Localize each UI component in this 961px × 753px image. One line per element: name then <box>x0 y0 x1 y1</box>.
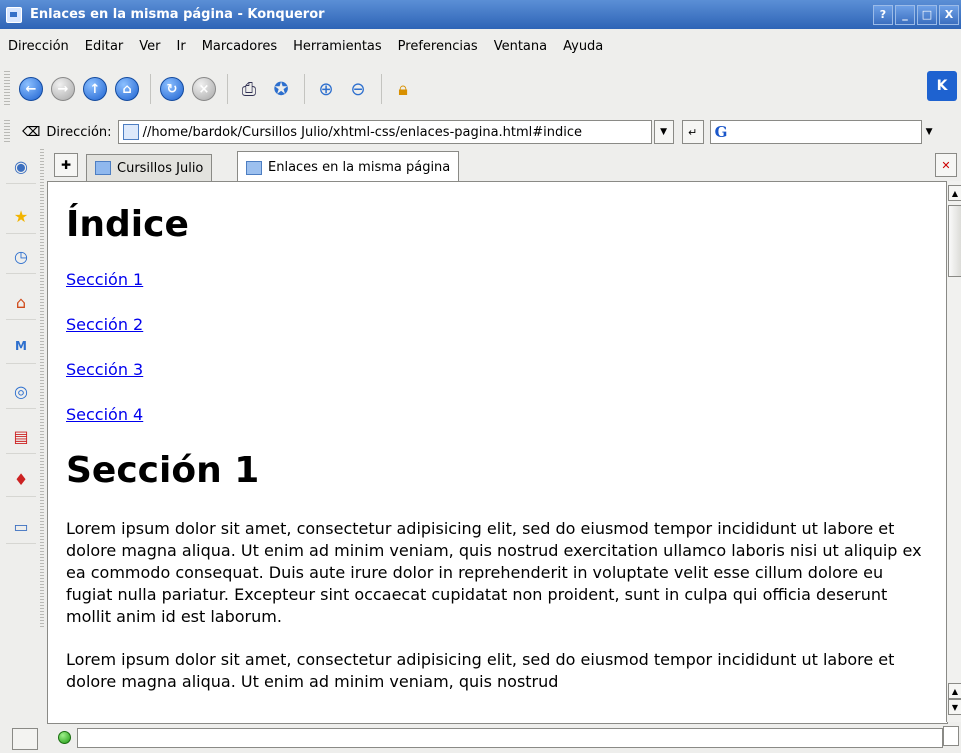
bookmarks-icon[interactable]: ★ <box>6 199 36 234</box>
history-icon[interactable]: ◷ <box>6 239 36 274</box>
konqueror-icon[interactable]: ◉ <box>6 149 36 184</box>
menu-bar: Dirección Editar Ver Ir Marcadores Herra… <box>0 29 961 63</box>
window-title: Enlaces en la misma página - Konqueror <box>30 7 325 22</box>
close-window-button[interactable]: X <box>939 4 959 25</box>
title-bar: Enlaces en la misma página - Konqueror ?… <box>0 0 961 29</box>
go-button[interactable]: ↵ <box>681 120 704 144</box>
address-value: //home/bardok/Cursillos Julio/xhtml-css/… <box>142 124 583 140</box>
konqueror-app-icon[interactable] <box>6 6 22 23</box>
menu-ver[interactable]: Ver <box>139 39 160 54</box>
search-input[interactable]: G <box>709 120 922 144</box>
page-content: Índice Sección 1 Sección 2 Sección 3 Sec… <box>47 181 948 724</box>
menu-ir[interactable]: Ir <box>177 39 186 54</box>
maximize-button[interactable]: □ <box>917 4 937 25</box>
toolbar-separator <box>150 74 151 104</box>
location-grip[interactable] <box>4 120 10 144</box>
sidebar-navigation: ◉ ★ ◷ ⌂ M ◎ ▤ ♦ ▭ <box>0 149 46 753</box>
link-seccion-2[interactable]: Sección 2 <box>66 315 929 335</box>
status-corner <box>943 726 959 746</box>
section-heading: Sección 1 <box>66 450 260 491</box>
home-button[interactable]: ⌂ <box>112 74 142 104</box>
index-heading: Índice <box>66 204 189 245</box>
toolbar-separator <box>304 74 305 104</box>
reload-icon: ↻ <box>160 77 184 101</box>
media-icon[interactable]: M <box>6 329 36 364</box>
zoom-out-button[interactable]: ⊖ <box>343 74 373 104</box>
back-button[interactable]: ← <box>16 74 46 104</box>
zoom-in-icon: ⊕ <box>318 78 334 100</box>
lock-icon: 🔒︎ <box>398 78 408 100</box>
paragraph: Lorem ipsum dolor sit amet, consectetur … <box>66 519 922 626</box>
location-bar: ⌫ Dirección: //home/bardok/Cursillos Jul… <box>0 115 961 149</box>
menu-marcadores[interactable]: Marcadores <box>202 39 277 54</box>
menu-ayuda[interactable]: Ayuda <box>563 39 603 54</box>
menu-preferencias[interactable]: Preferencias <box>398 39 478 54</box>
scroll-up-icon[interactable]: ▲ <box>948 185 961 201</box>
minimize-button[interactable]: _ <box>895 4 915 25</box>
scroll-down-icon[interactable]: ▼ <box>948 699 961 715</box>
link-seccion-3[interactable]: Sección 3 <box>66 360 929 380</box>
status-led-icon <box>58 731 71 744</box>
close-tab-icon[interactable]: ✕ <box>935 153 957 177</box>
paragraph: Lorem ipsum dolor sit amet, consectetur … <box>66 650 895 691</box>
desktop-icon[interactable]: ▭ <box>6 509 36 544</box>
address-dropdown-button[interactable]: ▼ <box>653 120 674 144</box>
menu-herramientas[interactable]: Herramientas <box>293 39 382 54</box>
tab-enlaces[interactable]: Enlaces en la misma página <box>237 151 460 183</box>
kde-logo[interactable]: K <box>927 71 957 101</box>
link-seccion-1[interactable]: Sección 1 <box>66 270 929 290</box>
forward-button[interactable]: → <box>48 74 78 104</box>
search-engine-icon[interactable]: G <box>715 123 728 141</box>
toolbar-separator <box>227 74 228 104</box>
stop-button[interactable]: × <box>189 74 219 104</box>
menu-editar[interactable]: Editar <box>85 39 124 54</box>
menu-ventana[interactable]: Ventana <box>494 39 547 54</box>
up-icon: ↑ <box>83 77 107 101</box>
security-button[interactable]: ✪ <box>266 74 296 104</box>
new-tab-icon[interactable]: ✚ <box>54 153 78 177</box>
status-bar <box>46 722 961 753</box>
status-text <box>77 727 943 748</box>
network-icon[interactable]: ◎ <box>6 374 36 409</box>
reload-button[interactable]: ↻ <box>157 74 187 104</box>
up-button[interactable]: ↑ <box>80 74 110 104</box>
tab-label: Cursillos Julio <box>117 160 204 176</box>
security-icon: ✪ <box>273 78 289 100</box>
zoom-in-button[interactable]: ⊕ <box>311 74 341 104</box>
stop-icon: × <box>192 77 216 101</box>
link-seccion-4[interactable]: Sección 4 <box>66 405 929 425</box>
scroll-up-small-icon[interactable]: ▲ <box>948 683 961 699</box>
scrollbar-thumb[interactable] <box>948 205 961 277</box>
address-label: Dirección: <box>46 124 112 140</box>
menu-direccion[interactable]: Dirección <box>8 39 69 54</box>
lock-button[interactable]: 🔒︎ <box>388 74 418 104</box>
toolbar-grip[interactable] <box>4 71 10 107</box>
home-icon[interactable]: ⌂ <box>6 285 36 320</box>
services-icon[interactable]: ♦ <box>6 462 36 497</box>
tab-cursillos-julio[interactable]: Cursillos Julio <box>86 154 213 181</box>
home-icon: ⌂ <box>115 77 139 101</box>
forward-icon: → <box>51 77 75 101</box>
search-dropdown-button[interactable]: ▼ <box>926 127 933 137</box>
clear-location-icon[interactable]: ⌫ <box>22 125 40 140</box>
print-button[interactable]: ⎙ <box>234 74 264 104</box>
tab-bar: ✚ Cursillos Julio Enlaces en la misma pá… <box>46 149 961 183</box>
page-favicon-icon <box>246 160 262 175</box>
sidebar-corner <box>12 728 38 750</box>
vertical-scrollbar[interactable]: ▲ ▲ ▼ <box>946 181 961 722</box>
toolbar-separator <box>381 74 382 104</box>
print-icon: ⎙ <box>241 78 257 100</box>
folder-icon[interactable]: ▤ <box>6 419 36 454</box>
zoom-out-icon: ⊖ <box>350 78 366 100</box>
page-favicon-icon <box>122 124 139 140</box>
sidebar-grip[interactable] <box>40 149 44 629</box>
tab-label: Enlaces en la misma página <box>268 160 451 175</box>
back-icon: ← <box>19 77 43 101</box>
address-input[interactable]: //home/bardok/Cursillos Julio/xhtml-css/… <box>117 120 652 144</box>
help-button[interactable]: ? <box>873 4 893 25</box>
folder-icon <box>95 161 111 175</box>
main-toolbar: ← → ↑ ⌂ ↻ × ⎙ ✪ ⊕ ⊖ 🔒︎ K <box>0 63 961 115</box>
